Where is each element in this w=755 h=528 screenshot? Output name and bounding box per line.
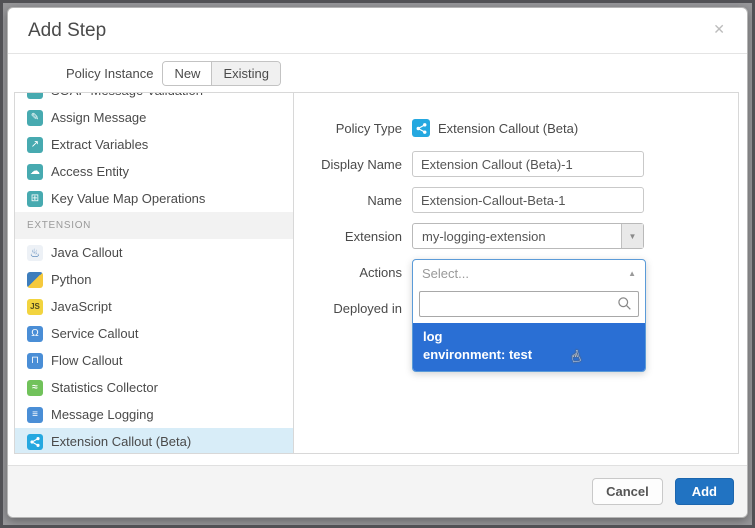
modal-header: Add Step ✕ bbox=[8, 8, 747, 54]
actions-option-log[interactable]: log environment: test ☝ bbox=[413, 323, 645, 371]
python-icon bbox=[27, 272, 43, 288]
cancel-button[interactable]: Cancel bbox=[592, 478, 663, 505]
chevron-down-icon: ▼ bbox=[621, 224, 643, 248]
toggle-existing[interactable]: Existing bbox=[212, 62, 280, 85]
extension-select-value: my-logging-extension bbox=[413, 229, 621, 244]
policy-item-label: Flow Callout bbox=[51, 353, 123, 368]
policy-type-label: Policy Type bbox=[294, 121, 402, 136]
policy-item-label: Extension Callout (Beta) bbox=[51, 434, 191, 449]
actions-search-input[interactable] bbox=[419, 291, 639, 317]
actions-dropdown-panel: Select... ▲ bbox=[412, 259, 646, 372]
deployed-in-label: Deployed in bbox=[294, 301, 402, 316]
actions-search-wrap bbox=[413, 286, 645, 323]
name-label: Name bbox=[294, 193, 402, 208]
policy-item-key-value-map-operations[interactable]: ⊞ Key Value Map Operations bbox=[15, 185, 293, 212]
policy-item-service-callout[interactable]: Ω Service Callout bbox=[15, 320, 293, 347]
display-name-label: Display Name bbox=[294, 157, 402, 172]
name-row: Name bbox=[294, 187, 738, 213]
display-name-input[interactable] bbox=[412, 151, 644, 177]
modal-footer: Cancel Add bbox=[8, 465, 747, 517]
actions-select-cell: Select... ▲ bbox=[412, 259, 646, 285]
flow-callout-icon: ⊓ bbox=[27, 353, 43, 369]
actions-select-placeholder: Select... bbox=[422, 266, 469, 281]
policy-item-label: Service Callout bbox=[51, 326, 138, 341]
policy-type-text: Extension Callout (Beta) bbox=[438, 121, 578, 136]
policy-item-label: Key Value Map Operations bbox=[51, 191, 205, 206]
extension-callout-icon bbox=[27, 434, 43, 450]
policy-item-access-entity[interactable]: ☁ Access Entity bbox=[15, 158, 293, 185]
policy-form: Policy Type Extension Callout (Beta) bbox=[294, 93, 738, 453]
javascript-icon: JS bbox=[27, 299, 43, 315]
option-action-name: log bbox=[423, 328, 635, 346]
add-step-modal: Add Step ✕ Policy Instance New Existing … bbox=[7, 7, 748, 518]
chevron-up-icon: ▲ bbox=[628, 269, 636, 278]
policy-item-python[interactable]: Python bbox=[15, 266, 293, 293]
java-callout-icon: ♨ bbox=[27, 245, 43, 261]
actions-row: Actions Select... ▲ bbox=[294, 259, 738, 285]
soap-validation-icon: ✓ bbox=[27, 92, 43, 99]
content-area: ✓ SOAP Message Validation ✎ Assign Messa… bbox=[14, 92, 739, 454]
actions-select[interactable]: Select... ▲ bbox=[413, 260, 645, 286]
policy-item-assign-message[interactable]: ✎ Assign Message bbox=[15, 104, 293, 131]
page-background: Add Step ✕ Policy Instance New Existing … bbox=[0, 0, 755, 528]
assign-message-icon: ✎ bbox=[27, 110, 43, 126]
policy-item-label: Access Entity bbox=[51, 164, 129, 179]
policy-item-message-logging[interactable]: ≡ Message Logging bbox=[15, 401, 293, 428]
policy-item-label: Statistics Collector bbox=[51, 380, 158, 395]
policy-type-row: Policy Type Extension Callout (Beta) bbox=[294, 115, 738, 141]
display-name-row: Display Name bbox=[294, 151, 738, 177]
policy-item-flow-callout[interactable]: ⊓ Flow Callout bbox=[15, 347, 293, 374]
extension-row: Extension my-logging-extension ▼ bbox=[294, 223, 738, 249]
statistics-collector-icon: ≈ bbox=[27, 380, 43, 396]
toggle-new[interactable]: New bbox=[163, 62, 212, 85]
actions-label: Actions bbox=[294, 265, 402, 280]
policy-list: ✓ SOAP Message Validation ✎ Assign Messa… bbox=[15, 92, 294, 453]
policy-item-label: Assign Message bbox=[51, 110, 146, 125]
modal-body-spacer bbox=[8, 454, 747, 465]
extension-section-header: EXTENSION bbox=[15, 212, 293, 239]
policy-instance-label: Policy Instance bbox=[66, 66, 153, 81]
extract-variables-icon: ↗ bbox=[27, 137, 43, 153]
extension-select[interactable]: my-logging-extension ▼ bbox=[412, 223, 644, 249]
name-input[interactable] bbox=[412, 187, 644, 213]
policy-item-java-callout[interactable]: ♨ Java Callout bbox=[15, 239, 293, 266]
message-logging-icon: ≡ bbox=[27, 407, 43, 423]
policy-item-label: Python bbox=[51, 272, 91, 287]
search-icon bbox=[617, 296, 632, 316]
key-value-map-icon: ⊞ bbox=[27, 191, 43, 207]
extension-callout-icon bbox=[412, 119, 430, 137]
policy-instance-toggle: New Existing bbox=[162, 61, 281, 86]
policy-item-label: JavaScript bbox=[51, 299, 112, 314]
policy-item-label: SOAP Message Validation bbox=[51, 92, 203, 98]
policy-instance-row: Policy Instance New Existing bbox=[8, 54, 747, 92]
policy-item-label: Message Logging bbox=[51, 407, 154, 422]
access-entity-icon: ☁ bbox=[27, 164, 43, 180]
option-environment: environment: test bbox=[423, 346, 635, 364]
policy-item-extract-variables[interactable]: ↗ Extract Variables bbox=[15, 131, 293, 158]
policy-item-javascript[interactable]: JS JavaScript bbox=[15, 293, 293, 320]
modal-title: Add Step bbox=[8, 8, 747, 53]
policy-item-label: Extract Variables bbox=[51, 137, 148, 152]
policy-item-statistics-collector[interactable]: ≈ Statistics Collector bbox=[15, 374, 293, 401]
policy-item-extension-callout-beta[interactable]: Extension Callout (Beta) bbox=[15, 428, 293, 453]
service-callout-icon: Ω bbox=[27, 326, 43, 342]
policy-type-value: Extension Callout (Beta) bbox=[412, 119, 578, 137]
add-button[interactable]: Add bbox=[675, 478, 734, 505]
policy-item-label: Java Callout bbox=[51, 245, 123, 260]
policy-item-soap-message-validation[interactable]: ✓ SOAP Message Validation bbox=[15, 92, 293, 104]
close-icon[interactable]: ✕ bbox=[713, 21, 725, 38]
extension-label: Extension bbox=[294, 229, 402, 244]
